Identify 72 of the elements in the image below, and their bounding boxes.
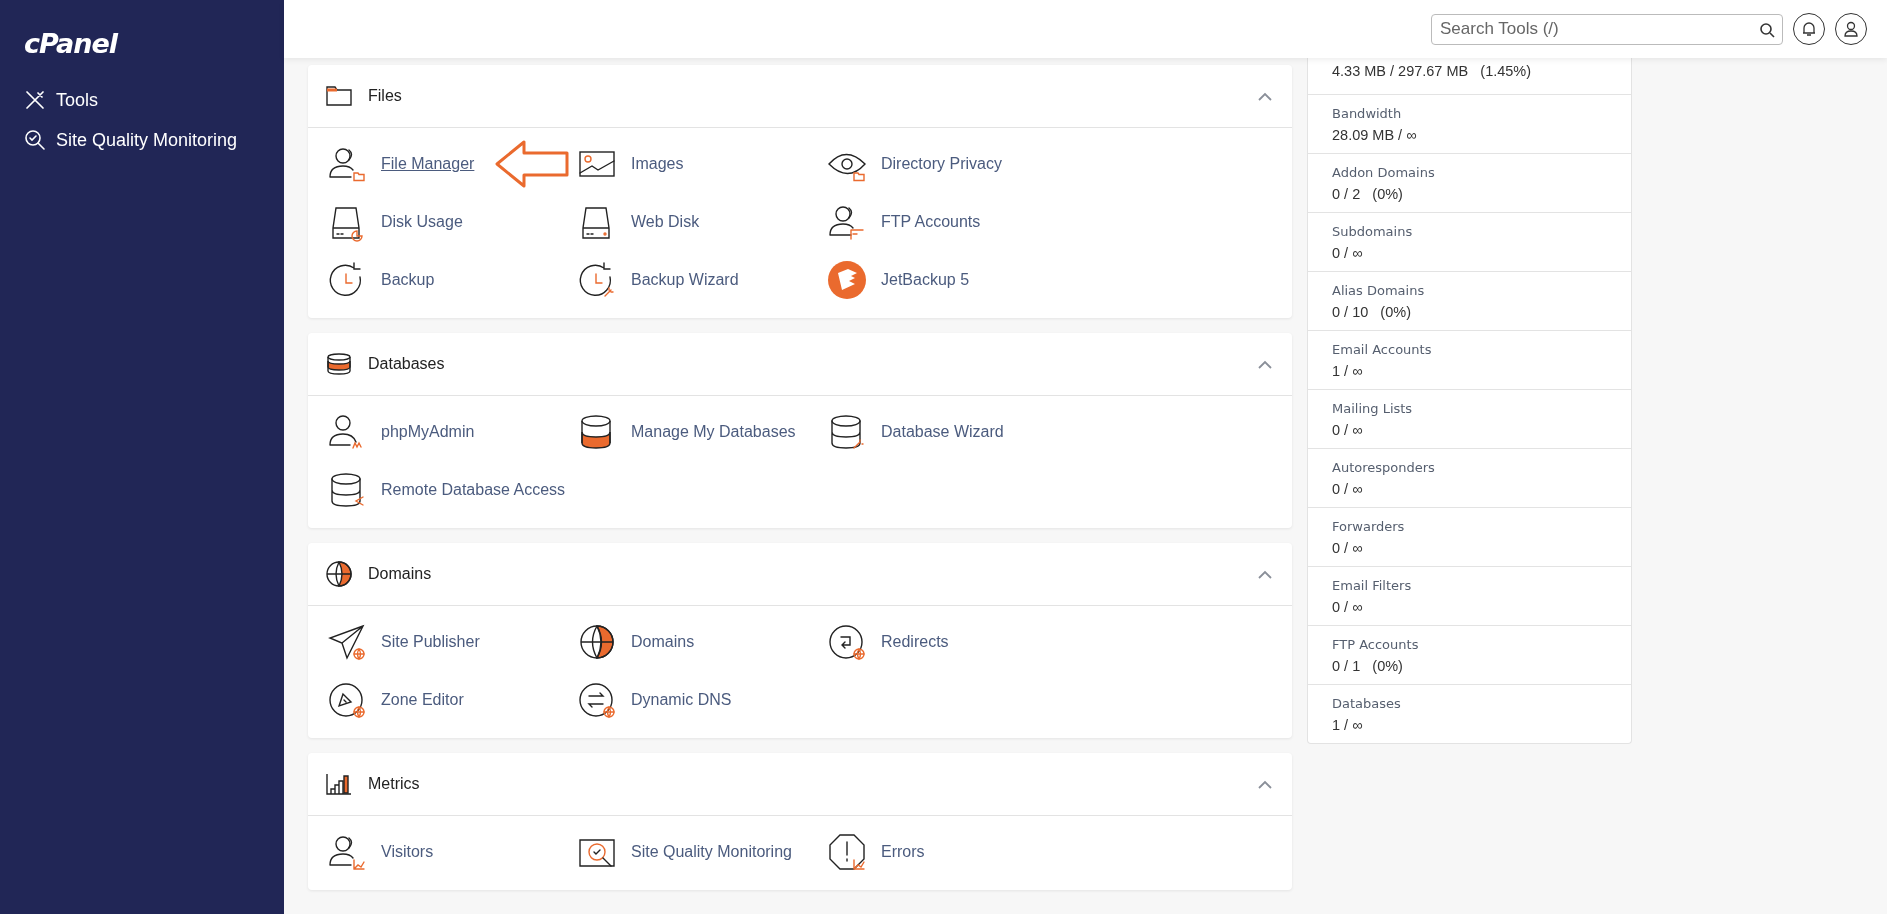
folder-icon bbox=[325, 85, 353, 107]
tool-link[interactable]: Domains bbox=[577, 613, 695, 671]
stat-value: 0 / 2 (0%) bbox=[1332, 185, 1404, 202]
search-check-icon bbox=[24, 129, 46, 151]
section-header[interactable]: Metrics bbox=[308, 753, 1292, 816]
stat-label: Autoresponders bbox=[1332, 459, 1436, 475]
tool-link[interactable]: FTP Accounts bbox=[827, 193, 981, 251]
stat-label: Alias Domains bbox=[1332, 282, 1426, 298]
paper-plane-icon bbox=[327, 622, 367, 662]
octagon-warning-icon bbox=[827, 832, 867, 872]
tool-link[interactable]: Backup Wizard bbox=[577, 251, 739, 309]
tool-link[interactable]: Redirects bbox=[827, 613, 949, 671]
tool-link[interactable]: Database Wizard bbox=[827, 403, 1004, 461]
redirect-icon bbox=[827, 622, 867, 662]
stat-value: 28.09 MB / ∞ bbox=[1332, 126, 1418, 143]
tool-link[interactable]: Manage My Databases bbox=[577, 403, 796, 461]
tool-link[interactable]: phpMyAdmin bbox=[327, 403, 475, 461]
stat-label: Forwarders bbox=[1332, 518, 1406, 534]
tool-link[interactable]: Disk Usage bbox=[327, 193, 463, 251]
tool-link[interactable]: Images bbox=[577, 135, 684, 193]
stat-label: Addon Domains bbox=[1332, 164, 1436, 180]
stat-label: Email Filters bbox=[1332, 577, 1413, 593]
stat-value: 0 / ∞ bbox=[1332, 244, 1364, 261]
sidebar-link[interactable]: Tools bbox=[24, 85, 260, 115]
sidebar-link[interactable]: Site Quality Monitoring bbox=[24, 125, 260, 155]
tool-link[interactable]: Web Disk bbox=[577, 193, 700, 251]
section-header[interactable]: Databases bbox=[308, 333, 1292, 396]
search-field[interactable]: Search Tools (/) bbox=[1431, 13, 1783, 45]
section-title: Domains bbox=[368, 565, 433, 583]
cpanel-logo[interactable]: cPanel bbox=[0, 0, 118, 59]
stat-value: 0 / 10 (0%) bbox=[1332, 303, 1412, 320]
stat-label: Bandwidth bbox=[1332, 105, 1403, 121]
stat-label: Mailing Lists bbox=[1332, 400, 1414, 416]
section-title: Files bbox=[368, 87, 403, 105]
stat-value: 0 / ∞ bbox=[1332, 598, 1364, 615]
tool-link[interactable]: Zone Editor bbox=[327, 671, 464, 729]
stat-label: FTP Accounts bbox=[1332, 636, 1420, 652]
swap-arrows-icon bbox=[577, 680, 617, 720]
user-icon bbox=[1844, 21, 1858, 37]
tool-link[interactable]: Directory Privacy bbox=[827, 135, 1002, 193]
tool-link[interactable]: Remote Database Access bbox=[327, 461, 566, 519]
stat-label: Email Accounts bbox=[1332, 341, 1433, 357]
tool-link[interactable]: Visitors bbox=[327, 823, 434, 881]
section-header[interactable]: Files bbox=[308, 65, 1292, 128]
stat-label: Databases bbox=[1332, 695, 1402, 711]
stat-value: 4.33 MB / 297.67 MB (1.45%) bbox=[1332, 63, 1533, 79]
search-icon bbox=[1759, 21, 1775, 38]
globe-icon bbox=[325, 560, 353, 588]
section-header[interactable]: Domains bbox=[308, 543, 1292, 606]
tool-link[interactable]: JetBackup 5 bbox=[827, 251, 970, 309]
database-icon bbox=[325, 352, 353, 376]
stat-value: 0 / ∞ bbox=[1332, 480, 1364, 497]
logo-badge-icon bbox=[827, 260, 867, 300]
bar-chart-icon bbox=[325, 772, 353, 796]
tools-icon bbox=[24, 89, 46, 111]
globe-icon bbox=[577, 622, 617, 662]
stat-value: 1 / ∞ bbox=[1332, 716, 1364, 733]
stat-value: 0 / ∞ bbox=[1332, 421, 1364, 438]
section-title: Databases bbox=[368, 355, 446, 373]
tool-link[interactable]: Errors bbox=[827, 823, 925, 881]
tool-link[interactable]: Backup bbox=[327, 251, 435, 309]
compass-icon bbox=[327, 680, 367, 720]
tool-link[interactable]: Site Quality Monitoring bbox=[577, 823, 792, 881]
tool-link[interactable]: Dynamic DNS bbox=[577, 671, 732, 729]
tool-link[interactable]: Site Publisher bbox=[327, 613, 480, 671]
bell-icon bbox=[1802, 21, 1816, 37]
stat-label: Subdomains bbox=[1332, 223, 1414, 239]
stat-value: 0 / 1 (0%) bbox=[1332, 657, 1404, 674]
stat-value: 0 / ∞ bbox=[1332, 539, 1364, 556]
tool-link[interactable]: File Manager bbox=[327, 135, 489, 193]
section-title: Metrics bbox=[368, 775, 421, 793]
stat-value: 1 / ∞ bbox=[1332, 362, 1364, 379]
